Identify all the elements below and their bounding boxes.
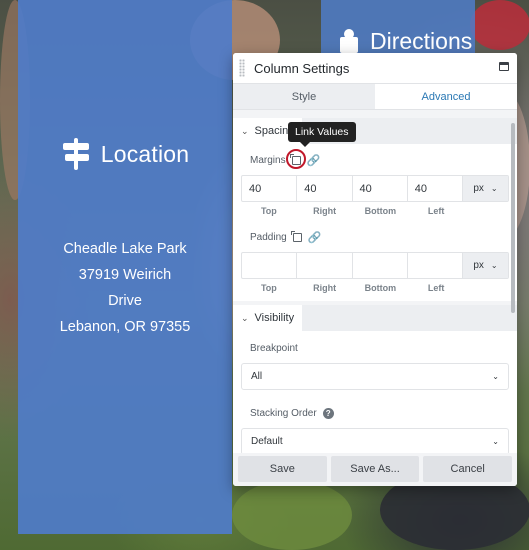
chevron-down-icon: ⌄ — [241, 125, 249, 136]
visibility-section-body: Breakpoint All ⌄ Stacking Order ? Defaul… — [233, 331, 517, 463]
signpost-icon — [61, 138, 91, 170]
padding-bottom-input[interactable] — [353, 253, 408, 278]
padding-label-row: Padding 🔗 — [250, 229, 509, 245]
chevron-down-icon: ⌄ — [490, 261, 498, 270]
stacking-order-select[interactable]: Default ⌄ — [241, 428, 509, 455]
breakpoint-select[interactable]: All ⌄ — [241, 363, 509, 390]
margin-left-input[interactable]: 40 — [408, 176, 463, 201]
margins-inputs: 40 40 40 40 px ⌄ — [241, 175, 509, 202]
side-label: Right — [313, 206, 337, 216]
column-settings-dialog: Column Settings Style Advanced ⌄ Spacing … — [233, 53, 517, 486]
stacking-order-label-row: Stacking Order ? — [250, 406, 509, 420]
address-line: Lebanon, OR 97355 — [59, 319, 191, 335]
breakpoint-value: All — [251, 371, 263, 382]
dialog-header[interactable]: Column Settings — [233, 53, 517, 84]
side-label: Top — [260, 206, 277, 216]
location-panel: Location Cheadle Lake Park 37919 Weirich… — [18, 0, 232, 534]
link-values-icon[interactable]: 🔗 — [307, 154, 321, 167]
side-label: Bottom — [364, 283, 397, 293]
padding-unit-value: px — [473, 260, 484, 271]
dialog-footer: Save Save As... Cancel — [233, 453, 517, 486]
side-label: Left — [427, 206, 445, 216]
responsive-icon[interactable] — [291, 231, 302, 242]
map-icon — [338, 29, 360, 55]
padding-label: Padding — [250, 231, 287, 243]
address-line: Cheadle Lake Park — [63, 241, 187, 257]
margin-side-labels: Top Right Bottom Left — [241, 206, 509, 216]
maximize-icon[interactable] — [499, 62, 509, 71]
side-label: Bottom — [364, 206, 397, 216]
highlight-circle — [286, 149, 306, 169]
directions-heading: Directions — [338, 28, 472, 55]
margin-right-input[interactable]: 40 — [297, 176, 353, 201]
padding-right-input[interactable] — [297, 253, 353, 278]
help-icon[interactable]: ? — [322, 407, 334, 419]
dialog-scrollbar[interactable] — [511, 123, 515, 313]
chevron-down-icon: ⌄ — [241, 312, 249, 323]
tab-style[interactable]: Style — [233, 84, 375, 109]
tab-advanced[interactable]: Advanced — [375, 84, 517, 109]
margin-bottom-input[interactable]: 40 — [353, 176, 408, 201]
location-title: Location — [100, 140, 190, 167]
visibility-section-title: Visibility — [254, 312, 295, 324]
padding-unit-select[interactable]: px ⌄ — [463, 253, 508, 278]
margin-unit-value: px — [473, 183, 484, 194]
margins-label: Margins — [250, 154, 286, 166]
settings-tabs: Style Advanced — [233, 84, 517, 110]
spacing-section-body: Margins 🔗 40 40 40 40 px ⌄ Top Right Bott… — [233, 144, 517, 301]
link-values-icon[interactable]: 🔗 — [308, 231, 322, 244]
drag-handle-icon[interactable] — [239, 59, 245, 77]
link-values-tooltip: Link Values — [288, 122, 356, 147]
chevron-down-icon: ⌄ — [492, 372, 499, 381]
stacking-order-value: Default — [251, 436, 283, 447]
visibility-section-header[interactable]: ⌄ Visibility — [233, 305, 517, 331]
side-label: Right — [313, 283, 337, 293]
dialog-title: Column Settings — [254, 60, 350, 76]
side-label: Left — [427, 283, 445, 293]
save-button[interactable]: Save — [238, 456, 327, 482]
padding-left-input[interactable] — [408, 253, 463, 278]
location-heading: Location — [18, 138, 232, 170]
stacking-order-label: Stacking Order — [250, 407, 317, 419]
location-address: Cheadle Lake Park 37919 Weirich Drive Le… — [18, 236, 232, 340]
padding-inputs: px ⌄ — [241, 252, 509, 279]
margin-unit-select[interactable]: px ⌄ — [463, 176, 508, 201]
spacing-section-header[interactable]: ⌄ Spacing — [233, 118, 517, 144]
chevron-down-icon: ⌄ — [492, 437, 499, 446]
breakpoint-label: Breakpoint — [250, 342, 298, 354]
address-line: Drive — [108, 293, 142, 309]
margin-top-input[interactable]: 40 — [242, 176, 298, 201]
chevron-down-icon: ⌄ — [490, 184, 498, 193]
padding-top-input[interactable] — [242, 253, 298, 278]
cancel-button[interactable]: Cancel — [423, 456, 513, 482]
padding-side-labels: Top Right Bottom Left — [241, 283, 509, 293]
address-line: 37919 Weirich — [78, 267, 172, 283]
directions-title: Directions — [370, 28, 473, 54]
side-label: Top — [260, 283, 277, 293]
save-as-button[interactable]: Save As... — [330, 456, 420, 482]
